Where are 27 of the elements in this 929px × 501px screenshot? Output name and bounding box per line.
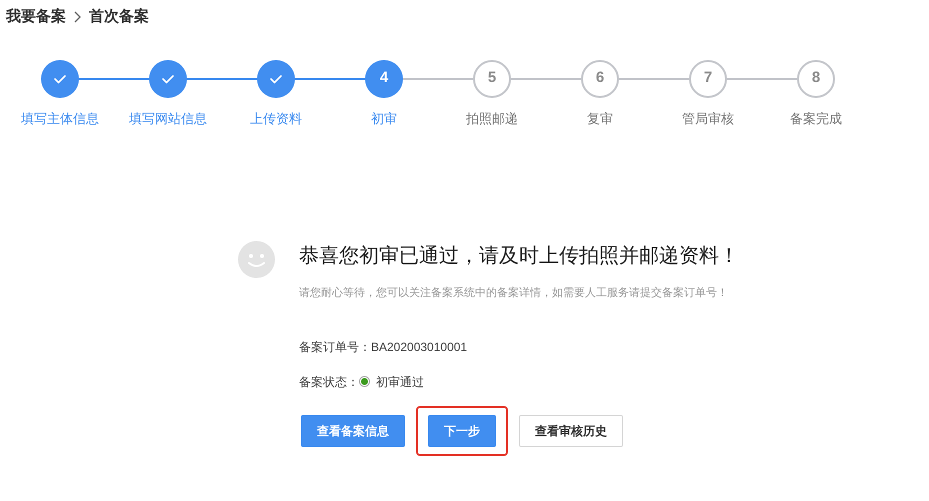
action-button[interactable]: 查看审核历史 [519,414,623,446]
order-number: BA202003010001 [371,338,468,356]
smiley-icon [238,241,275,278]
step-label: 初审 [371,110,397,128]
check-icon [53,74,67,84]
step-number: 5 [488,68,496,88]
step-number: 4 [380,68,388,88]
breadcrumb-item[interactable]: 我要备案 [6,6,66,28]
result-subtitle: 请您耐心等待，您可以关注备案系统中的备案详情，如需要人工服务请提交备案订单号！ [299,286,729,301]
step-label: 填写主体信息 [21,110,99,128]
step-number: 8 [812,68,820,88]
breadcrumb-item: 首次备案 [89,6,149,27]
check-icon [269,74,283,84]
step-label: 管局审核 [682,110,734,128]
step-number: 7 [704,68,712,88]
status-text: 初审通过 [376,374,424,390]
step-label: 备案完成 [790,110,842,128]
step-label: 复审 [587,110,613,128]
status-label: 备案状态： [299,374,359,390]
chevron-right-icon [74,11,81,24]
step-label: 上传资料 [250,110,302,128]
check-icon [161,74,175,84]
step-label: 拍照邮递 [466,110,518,128]
order-label: 备案订单号： [299,338,371,356]
step-label: 填写网站信息 [129,110,207,128]
result-title: 恭喜您初审已通过，请及时上传拍照并邮递资料！ [299,244,739,269]
step-number: 6 [596,68,604,88]
